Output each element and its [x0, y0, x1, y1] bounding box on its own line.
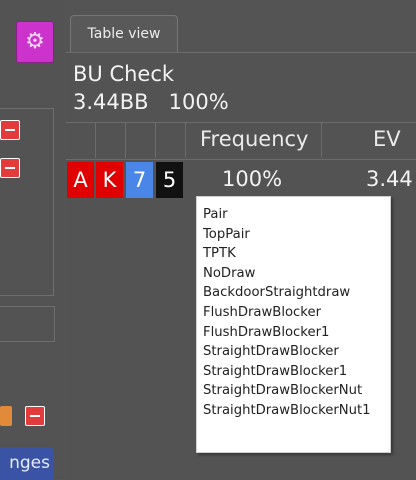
card-rank: K [96, 162, 123, 198]
category-list: Pair TopPair TPTK NoDraw BackdoorStraigh… [197, 197, 390, 421]
tab-label: Table view [87, 26, 161, 42]
orange-button[interactable] [0, 406, 12, 426]
minus-icon [5, 167, 15, 169]
category-popup: Pair TopPair TPTK NoDraw BackdoorStraigh… [196, 196, 391, 453]
list-item[interactable]: StraightDrawBlockerNut [203, 381, 390, 401]
column-header-frequency[interactable]: Frequency [200, 127, 309, 151]
ev-bb-value: 3.44BB [73, 90, 149, 114]
page-title: BU Check [73, 62, 175, 86]
header-cell [66, 122, 96, 158]
header-cell [96, 122, 126, 158]
changes-tab[interactable]: nges [0, 447, 54, 479]
minus-icon [5, 129, 15, 131]
left-input-field[interactable] [0, 306, 55, 342]
list-item[interactable]: TPTK [203, 244, 390, 264]
list-item[interactable]: BackdoorStraightdraw [203, 283, 390, 303]
remove-button-1[interactable] [0, 120, 20, 140]
page-subtitle: 3.44BB 100% [73, 90, 229, 114]
card-rank: 7 [126, 162, 153, 198]
settings-button[interactable]: ⚙ [16, 21, 54, 63]
header-cell [126, 122, 156, 158]
frequency-value: 100% [168, 90, 229, 114]
list-item[interactable]: TopPair [203, 225, 390, 245]
card-rank: 5 [156, 162, 183, 198]
row-ev: 3.44 [366, 167, 413, 191]
changes-tab-label: nges [9, 453, 50, 473]
list-item[interactable]: FlushDrawBlocker [203, 303, 390, 323]
tab-table-view[interactable]: Table view [70, 15, 178, 52]
header-cell [156, 122, 186, 158]
minus-icon [30, 415, 40, 417]
card-rank: A [67, 162, 94, 198]
column-header-ev[interactable]: EV [373, 127, 401, 151]
remove-button-3[interactable] [25, 406, 45, 426]
list-item[interactable]: StraightDrawBlocker1 [203, 362, 390, 382]
gear-icon: ⚙ [25, 29, 45, 54]
list-item[interactable]: FlushDrawBlocker1 [203, 323, 390, 343]
list-item[interactable]: Pair [203, 205, 390, 225]
list-item[interactable]: StraightDrawBlocker [203, 342, 390, 362]
list-item[interactable]: StraightDrawBlockerNut1 [203, 401, 390, 421]
row-frequency: 100% [222, 167, 283, 191]
remove-button-2[interactable] [0, 158, 20, 178]
list-item[interactable]: NoDraw [203, 264, 390, 284]
